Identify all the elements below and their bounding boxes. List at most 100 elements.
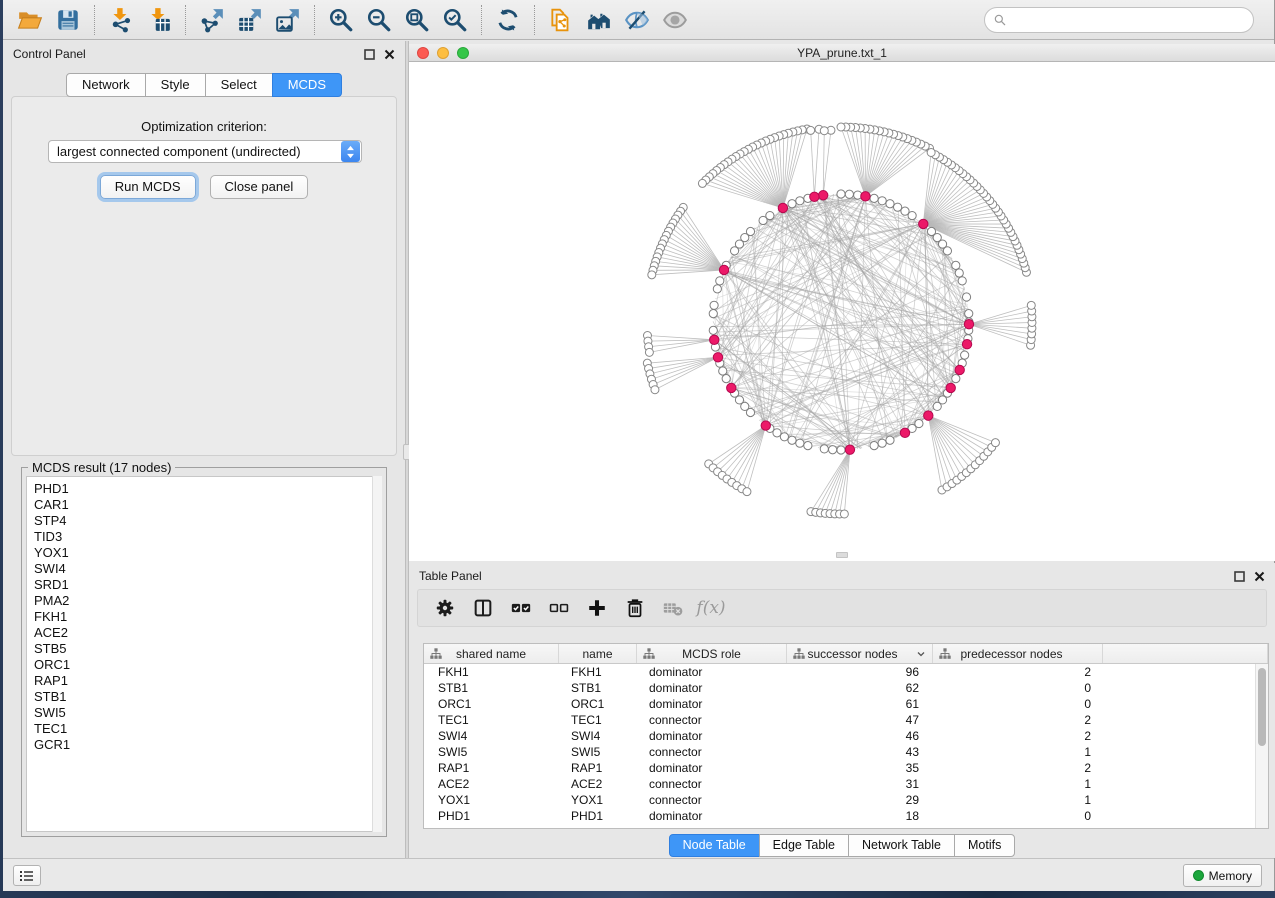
ring-node[interactable]	[901, 207, 909, 215]
close-icon[interactable]	[384, 49, 395, 60]
mcds-hub-node[interactable]	[919, 219, 928, 228]
ring-node[interactable]	[788, 436, 796, 444]
mcds-hub-node[interactable]	[861, 192, 870, 201]
ring-node[interactable]	[965, 310, 973, 318]
mcds-hub-node[interactable]	[955, 365, 964, 374]
column-header-predecessor-nodes[interactable]: predecessor nodes	[933, 644, 1103, 663]
delete-column-button[interactable]	[618, 593, 652, 623]
result-node[interactable]: RAP1	[34, 673, 381, 689]
ring-node[interactable]	[780, 433, 788, 441]
import-network-button[interactable]	[102, 4, 140, 36]
mcds-hub-node[interactable]	[900, 428, 909, 437]
leaf-node[interactable]	[698, 179, 706, 187]
export-table-button[interactable]	[231, 4, 269, 36]
ring-node[interactable]	[730, 247, 738, 255]
table-row[interactable]: ACE2ACE2connector311	[424, 776, 1268, 792]
mcds-hub-node[interactable]	[845, 445, 854, 454]
column-header-MCDS-role[interactable]: MCDS role	[637, 644, 787, 663]
export-network-button[interactable]	[193, 4, 231, 36]
gear-button[interactable]	[428, 593, 462, 623]
ring-node[interactable]	[927, 227, 935, 235]
mcds-hub-node[interactable]	[810, 192, 819, 201]
result-node[interactable]: CAR1	[34, 497, 381, 513]
leaf-node[interactable]	[648, 271, 656, 279]
table-row[interactable]: YOX1YOX1connector291	[424, 792, 1268, 808]
ring-node[interactable]	[886, 436, 894, 444]
ring-node[interactable]	[955, 269, 963, 277]
ring-node[interactable]	[709, 310, 717, 318]
refresh-button[interactable]	[489, 4, 527, 36]
tab-network[interactable]: Network	[66, 73, 146, 97]
ring-node[interactable]	[837, 190, 845, 198]
ring-node[interactable]	[878, 197, 886, 205]
table-row[interactable]: FKH1FKH1dominator962	[424, 664, 1268, 680]
memory-button[interactable]: Memory	[1183, 864, 1262, 887]
mcds-hub-node[interactable]	[713, 353, 722, 362]
result-node[interactable]: TEC1	[34, 721, 381, 737]
table-scrollbar[interactable]	[1255, 664, 1268, 828]
table-row[interactable]: SWI4SWI4dominator462	[424, 728, 1268, 744]
result-node[interactable]: ORC1	[34, 657, 381, 673]
tab-node-table[interactable]: Node Table	[669, 834, 760, 857]
ring-node[interactable]	[746, 408, 754, 416]
table-row[interactable]: STB1STB1dominator620	[424, 680, 1268, 696]
result-node[interactable]: SRD1	[34, 577, 381, 593]
table-row[interactable]: PHD1PHD1dominator180	[424, 808, 1268, 824]
column-header-name[interactable]: name	[559, 644, 637, 663]
tab-select[interactable]: Select	[205, 73, 273, 97]
deselect-all-checks-button[interactable]	[542, 593, 576, 623]
leaf-node[interactable]	[840, 510, 848, 518]
mcds-hub-node[interactable]	[924, 411, 933, 420]
leaf-node[interactable]	[743, 488, 751, 496]
ring-node[interactable]	[952, 375, 960, 383]
close-icon[interactable]	[1254, 571, 1265, 582]
hide-selected-button[interactable]	[618, 4, 656, 36]
search-input[interactable]	[1007, 10, 1253, 30]
ring-node[interactable]	[804, 442, 812, 450]
result-node[interactable]: STB5	[34, 641, 381, 657]
zoom-selected-button[interactable]	[436, 4, 474, 36]
add-column-button[interactable]	[580, 593, 614, 623]
leaf-node[interactable]	[645, 348, 653, 356]
export-image-button[interactable]	[269, 4, 307, 36]
zoom-fit-button[interactable]	[398, 4, 436, 36]
network-graph[interactable]	[409, 62, 1275, 560]
tab-edge-table[interactable]: Edge Table	[759, 834, 849, 857]
save-button[interactable]	[49, 4, 87, 36]
result-node[interactable]: PHD1	[34, 481, 381, 497]
result-node[interactable]: YOX1	[34, 545, 381, 561]
result-node[interactable]: ACE2	[34, 625, 381, 641]
mcds-hub-node[interactable]	[778, 203, 787, 212]
column-header-shared-name[interactable]: shared name	[424, 644, 559, 663]
ring-node[interactable]	[713, 285, 721, 293]
result-node[interactable]: STP4	[34, 513, 381, 529]
ring-node[interactable]	[837, 446, 845, 454]
ring-node[interactable]	[962, 293, 970, 301]
ring-node[interactable]	[710, 301, 718, 309]
mcds-hub-node[interactable]	[710, 335, 719, 344]
result-node[interactable]: TID3	[34, 529, 381, 545]
ring-node[interactable]	[958, 277, 966, 285]
select-all-checks-button[interactable]	[504, 593, 538, 623]
ring-node[interactable]	[709, 326, 717, 334]
table-row[interactable]: SWI5SWI5connector431	[424, 744, 1268, 760]
result-list-scrollbar[interactable]	[372, 476, 382, 832]
ring-node[interactable]	[886, 200, 894, 208]
tab-style[interactable]: Style	[145, 73, 206, 97]
mcds-hub-node[interactable]	[818, 191, 827, 200]
ring-node[interactable]	[796, 197, 804, 205]
float-icon[interactable]	[1234, 571, 1245, 582]
leaf-node[interactable]	[927, 148, 935, 156]
mcds-hub-node[interactable]	[964, 320, 973, 329]
table-row[interactable]: TEC1TEC1connector472	[424, 712, 1268, 728]
ring-node[interactable]	[788, 200, 796, 208]
criterion-dropdown[interactable]: largest connected component (undirected)	[48, 140, 362, 163]
network-canvas[interactable]	[409, 62, 1275, 560]
float-icon[interactable]	[364, 49, 375, 60]
search-box[interactable]	[984, 7, 1254, 33]
mcds-hub-node[interactable]	[719, 265, 728, 274]
result-node[interactable]: PMA2	[34, 593, 381, 609]
leaf-node[interactable]	[807, 126, 815, 134]
chevron-down-icon[interactable]	[916, 649, 926, 659]
ring-node[interactable]	[829, 446, 837, 454]
